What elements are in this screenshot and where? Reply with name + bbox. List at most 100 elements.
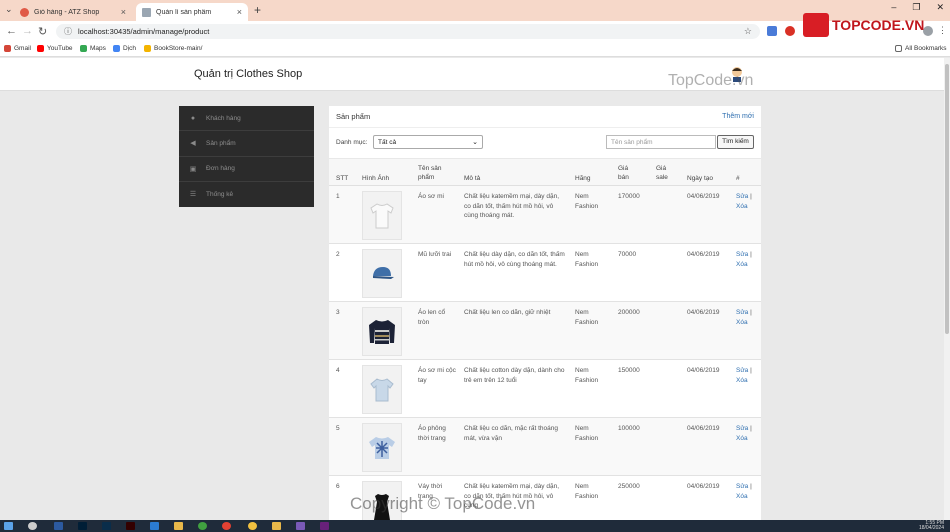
sidebar-item-label: Đơn hàng	[206, 165, 235, 173]
visual-studio-icon[interactable]	[320, 522, 329, 530]
edit-link[interactable]: Sửa	[736, 367, 748, 374]
illustrator-icon[interactable]	[126, 522, 135, 530]
vscode-icon[interactable]	[150, 522, 159, 530]
row-created-date: 04/06/2019	[687, 193, 720, 200]
forward-icon[interactable]: →	[22, 25, 33, 37]
edit-link[interactable]: Sửa	[736, 309, 748, 316]
start-windows-icon[interactable]	[4, 522, 13, 530]
row-price: 70000	[618, 251, 637, 258]
sidebar-item-label: Khách hàng	[206, 114, 241, 122]
row-price: 150000	[618, 367, 640, 374]
admin-sidebar: ● Khách hàng ◀ Sản phẩm ▣ Đơn hàng ☰ Thố…	[179, 106, 314, 207]
scrollbar-thumb[interactable]	[945, 64, 949, 334]
sidebar-item-customers[interactable]: ● Khách hàng	[179, 106, 314, 132]
url-field[interactable]: ⓘ localhost:30435/admin/manage/product ☆	[56, 24, 760, 39]
row-actions: Sửa | Xóa	[736, 482, 758, 501]
bookmark-bookstore[interactable]: BookStore-main/	[144, 45, 202, 52]
edit-link[interactable]: Sửa	[736, 251, 748, 258]
app-icon[interactable]	[296, 522, 305, 530]
delete-link[interactable]: Xóa	[736, 377, 748, 384]
edit-link[interactable]: Sửa	[736, 483, 748, 490]
bookmark-gmail[interactable]: Gmail	[4, 45, 31, 52]
add-new-link[interactable]: Thêm mới	[722, 113, 754, 120]
menu-kebab-icon[interactable]: ⋮	[938, 25, 947, 36]
sidebar-item-products[interactable]: ◀ Sản phẩm	[179, 131, 314, 157]
row-stt: 4	[336, 367, 340, 374]
delete-link[interactable]: Xóa	[736, 319, 748, 326]
all-bookmarks[interactable]: All Bookmarks	[895, 45, 947, 52]
minimize-icon[interactable]: –	[891, 2, 896, 13]
close-tab-icon[interactable]: ×	[237, 7, 242, 17]
sidebar-item-label: Thống kê	[206, 190, 234, 198]
row-created-date: 04/06/2019	[687, 367, 720, 374]
col-stt: STT	[336, 175, 349, 182]
topcode-logo-text: TOPCODE.VN	[832, 17, 925, 33]
browser-tab-product-manager[interactable]: Quản lí sản phẩm ×	[136, 3, 248, 21]
col-price: Giá bán	[618, 165, 629, 181]
row-description: Chất liệu co dãn, mặc rất thoáng mát, vừ…	[464, 425, 558, 442]
reload-icon[interactable]: ↻	[38, 25, 47, 38]
translate-extension-icon[interactable]	[767, 26, 777, 36]
col-created-date: Ngày tạo	[687, 175, 714, 182]
extension-icon[interactable]	[785, 26, 795, 36]
delete-link[interactable]: Xóa	[736, 203, 748, 210]
system-clock[interactable]: 1:55 PM 18/04/2024	[919, 521, 944, 531]
table-row: 3 Áo len cổ tròn Chất liệu len co dãn, giữ…	[329, 302, 761, 360]
new-tab-button[interactable]: +	[254, 3, 261, 17]
row-product-name: Áo phông thời trang	[418, 425, 446, 442]
col-brand: Hãng	[575, 175, 591, 182]
row-description: Chất liệu katemềm mại, dày dặn, co dãn t…	[464, 193, 560, 219]
page-scrollbar[interactable]	[944, 58, 950, 520]
table-header: STT Hình Ảnh Tên sản phẩm Mô tả Hãng Giá…	[329, 158, 761, 186]
row-description: Chất liệu cotton dày dặn, dành cho trẻ e…	[464, 367, 565, 384]
site-info-icon[interactable]: ⓘ	[64, 26, 72, 37]
search-button[interactable]: Tìm kiếm	[717, 135, 754, 149]
chrome-icon[interactable]	[248, 522, 257, 530]
product-search-input[interactable]: Tên sản phẩm	[606, 135, 716, 149]
row-brand: Nem Fashion	[575, 483, 599, 500]
category-select[interactable]: Tất cả ⌄	[373, 135, 483, 149]
chrome-icon[interactable]	[222, 522, 231, 530]
close-tab-icon[interactable]: ×	[121, 7, 126, 17]
tab-search-icon[interactable]: ⌄	[5, 4, 13, 15]
edit-link[interactable]: Sửa	[736, 425, 748, 432]
bookmark-star-icon[interactable]: ☆	[744, 26, 752, 37]
sidebar-item-statistics[interactable]: ☰ Thống kê	[179, 182, 314, 207]
youtube-icon	[37, 45, 44, 52]
bookmark-translate[interactable]: Dịch	[113, 45, 136, 52]
window-controls: – ❐ ✕	[891, 2, 944, 13]
row-price: 250000	[618, 483, 640, 490]
folder-icon	[144, 45, 151, 52]
close-window-icon[interactable]: ✕	[936, 2, 944, 13]
search-icon[interactable]	[28, 522, 37, 530]
bookmark-maps[interactable]: Maps	[80, 45, 106, 52]
products-panel: Sản phẩm Thêm mới Danh mục: Tất cả ⌄ Tên…	[329, 106, 761, 520]
browser-tab-cart[interactable]: Giỏ hàng - ATZ Shop ×	[14, 3, 132, 21]
maximize-icon[interactable]: ❐	[912, 2, 920, 13]
sidebar-item-orders[interactable]: ▣ Đơn hàng	[179, 157, 314, 182]
file-explorer-icon[interactable]	[174, 522, 183, 530]
topcode-logo-icon	[803, 13, 829, 37]
all-bookmarks-label: All Bookmarks	[905, 45, 947, 52]
delete-link[interactable]: Xóa	[736, 261, 748, 268]
profile-icon[interactable]	[923, 26, 933, 36]
product-image	[362, 365, 402, 414]
row-product-name: Áo len cổ tròn	[418, 309, 446, 326]
edit-link[interactable]: Sửa	[736, 193, 748, 200]
topcode-logo: TOPCODE.VN	[803, 13, 924, 37]
row-actions: Sửa | Xóa	[736, 366, 758, 385]
tab-title: Giỏ hàng - ATZ Shop	[34, 8, 100, 16]
delete-link[interactable]: Xóa	[736, 493, 748, 500]
app-icon[interactable]	[198, 522, 207, 530]
row-created-date: 04/06/2019	[687, 425, 720, 432]
delete-link[interactable]: Xóa	[736, 435, 748, 442]
user-icon: ●	[190, 114, 196, 122]
app-icon[interactable]	[272, 522, 281, 530]
photoshop-icon[interactable]	[78, 522, 87, 530]
bookmark-youtube[interactable]: YouTube	[37, 45, 73, 52]
bookmark-label: YouTube	[47, 45, 73, 52]
app-icon[interactable]	[54, 522, 63, 530]
bookmark-label: Maps	[90, 45, 106, 52]
lightroom-icon[interactable]	[102, 522, 111, 530]
back-icon[interactable]: ←	[6, 25, 17, 37]
